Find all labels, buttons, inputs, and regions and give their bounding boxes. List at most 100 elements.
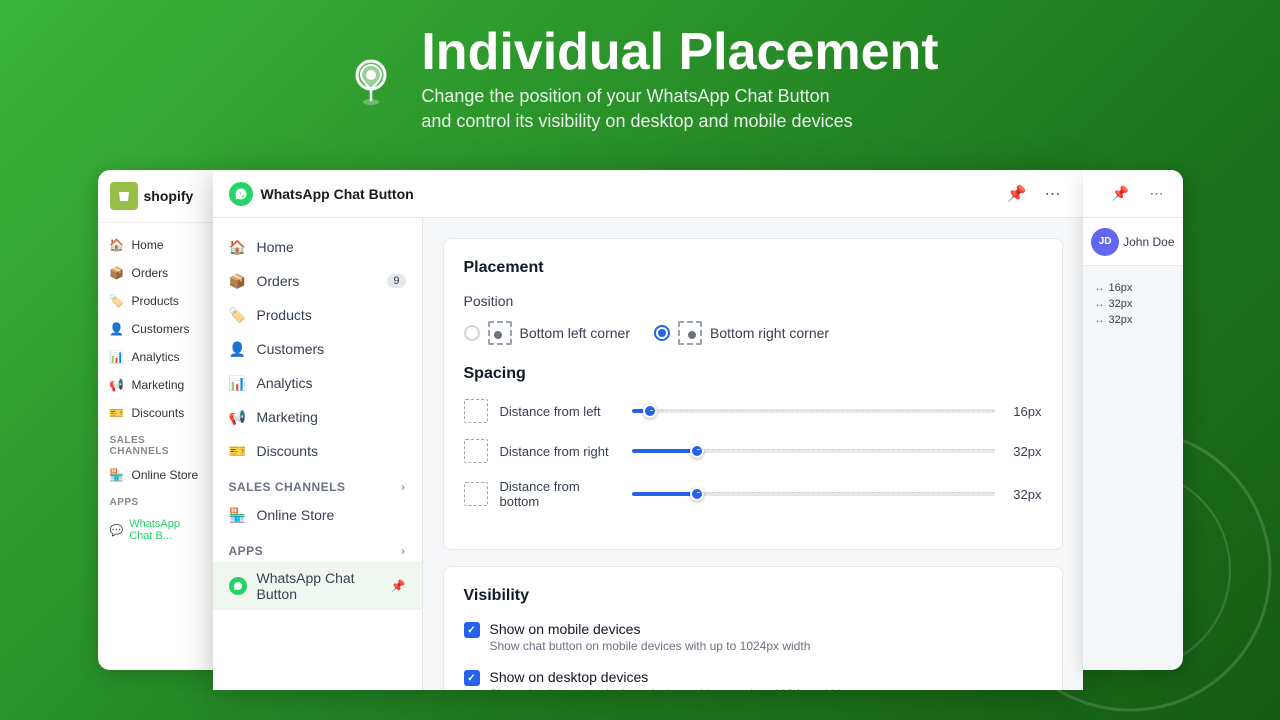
desktop-checkbox-text: Show on desktop devices Show chat button… bbox=[490, 669, 845, 690]
radio-outer-left bbox=[464, 325, 480, 341]
sales-channels-label: Sales channels bbox=[98, 427, 213, 461]
arrow-left-icon: ↔ bbox=[1095, 283, 1105, 294]
small-nav-products[interactable]: 🏷️ Products bbox=[98, 287, 213, 315]
slider-distance-bottom: Distance from bottom 32px bbox=[464, 479, 1042, 509]
distance-left-icon bbox=[464, 399, 488, 423]
small-nav-analytics[interactable]: 📊 Analytics bbox=[98, 343, 213, 371]
home-icon: 🏠 bbox=[110, 238, 124, 252]
page-subtitle: Change the position of your WhatsApp Cha… bbox=[421, 84, 938, 134]
small-nav-orders[interactable]: 📦 Orders bbox=[98, 259, 213, 287]
panel-body: 🏠 Home 📦 Orders 9 🏷️ Products 👤 Customer… bbox=[213, 218, 1083, 690]
visibility-title: Visibility bbox=[464, 587, 1042, 605]
sidebar-analytics[interactable]: 📊 Analytics bbox=[213, 366, 422, 400]
desktop-label: Show on desktop devices bbox=[490, 669, 845, 685]
products-nav-icon: 🏷️ bbox=[229, 306, 247, 324]
bottom-left-corner-icon bbox=[488, 321, 512, 345]
whatsapp-sidebar-icon bbox=[229, 577, 247, 595]
radio-bottom-left[interactable]: Bottom left corner bbox=[464, 321, 631, 345]
main-content-area: Placement Position Bottom left bbox=[423, 218, 1083, 690]
pin-sidebar-icon: 📌 bbox=[391, 579, 406, 593]
user-avatar: JD bbox=[1091, 228, 1119, 256]
right-label-32px-2: ↔ 32px bbox=[1095, 314, 1171, 326]
spacing-group: Spacing Distance from left bbox=[464, 365, 1042, 509]
more-button[interactable]: ⋯ bbox=[1039, 180, 1067, 208]
chevron-right-icon: › bbox=[401, 480, 406, 494]
placement-title: Placement bbox=[464, 259, 1042, 277]
position-group: Position Bottom left corner bbox=[464, 293, 1042, 345]
small-nav: 🏠 Home 📦 Orders 🏷️ Products 👤 Customers … bbox=[98, 223, 213, 556]
shopify-name: shopify bbox=[144, 188, 194, 204]
shopify-logo: shopify bbox=[98, 170, 213, 223]
left-sidebar-panel: shopify 🏠 Home 📦 Orders 🏷️ Products 👤 Cu… bbox=[98, 170, 213, 670]
small-nav-discounts[interactable]: 🎫 Discounts bbox=[98, 399, 213, 427]
sidebar-marketing[interactable]: 📢 Marketing bbox=[213, 400, 422, 434]
panel-title: WhatsApp Chat Button bbox=[261, 186, 995, 202]
home-nav-icon: 🏠 bbox=[229, 238, 247, 256]
sidebar-whatsapp-app[interactable]: WhatsApp Chat Button 📌 bbox=[213, 562, 422, 610]
slider-right-wrapper[interactable] bbox=[632, 449, 995, 453]
mobile-checkbox[interactable]: ✓ bbox=[464, 622, 480, 638]
right-panel: 📌 ⋯ JD John Doe ↔ 16px ↔ 32px ↔ 32px bbox=[1083, 170, 1183, 670]
right-content: ↔ 16px ↔ 32px ↔ 32px bbox=[1083, 266, 1183, 342]
right-label-16px: ↔ 16px bbox=[1095, 282, 1171, 294]
user-name: John Doe bbox=[1123, 235, 1174, 249]
position-radio-group: Bottom left corner Bottom right bbox=[464, 321, 1042, 345]
analytics-nav-icon: 📊 bbox=[229, 374, 247, 392]
small-nav-marketing[interactable]: 📢 Marketing bbox=[98, 371, 213, 399]
marketing-nav-icon: 📢 bbox=[229, 408, 247, 426]
position-label: Position bbox=[464, 293, 1042, 309]
bottom-right-corner-icon bbox=[678, 321, 702, 345]
right-label-32px-1: ↔ 32px bbox=[1095, 298, 1171, 310]
sidebar-orders[interactable]: 📦 Orders 9 bbox=[213, 264, 422, 298]
mobile-checkmark: ✓ bbox=[467, 625, 475, 636]
small-nav-home[interactable]: 🏠 Home bbox=[98, 231, 213, 259]
mobile-label: Show on mobile devices bbox=[490, 621, 811, 637]
right-topbar: 📌 ⋯ bbox=[1083, 170, 1183, 218]
arrow-bottom-icon: ↔ bbox=[1095, 315, 1105, 326]
small-nav-online-store[interactable]: 🏪 Online Store bbox=[98, 461, 213, 489]
right-more-icon: ⋯ bbox=[1143, 180, 1171, 208]
analytics-icon: 📊 bbox=[110, 350, 124, 364]
mobile-visibility-row: ✓ Show on mobile devices Show chat butto… bbox=[464, 621, 1042, 653]
admin-sidebar: 🏠 Home 📦 Orders 9 🏷️ Products 👤 Customer… bbox=[213, 218, 423, 690]
small-nav-whatsapp[interactable]: 💬 WhatsApp Chat B... bbox=[98, 512, 213, 548]
sidebar-home[interactable]: 🏠 Home bbox=[213, 230, 422, 264]
desktop-checkmark: ✓ bbox=[467, 673, 475, 684]
mobile-checkbox-text: Show on mobile devices Show chat button … bbox=[490, 621, 811, 653]
marketing-icon: 📢 bbox=[110, 378, 124, 392]
orders-nav-icon: 📦 bbox=[229, 272, 247, 290]
discounts-nav-icon: 🎫 bbox=[229, 442, 247, 460]
desktop-checkbox[interactable]: ✓ bbox=[464, 670, 480, 686]
spacing-title: Spacing bbox=[464, 365, 1042, 383]
radio-bottom-right[interactable]: Bottom right corner bbox=[654, 321, 829, 345]
chevron-right-apps-icon: › bbox=[401, 544, 406, 558]
sidebar-customers[interactable]: 👤 Customers bbox=[213, 332, 422, 366]
visibility-card: Visibility ✓ Show on mobile devices Show… bbox=[443, 566, 1063, 690]
sidebar-products[interactable]: 🏷️ Products bbox=[213, 298, 422, 332]
slider-bottom-wrapper[interactable] bbox=[632, 492, 995, 496]
header: Individual Placement Change the position… bbox=[0, 0, 1280, 160]
small-nav-customers[interactable]: 👤 Customers bbox=[98, 315, 213, 343]
page-title: Individual Placement bbox=[421, 26, 938, 78]
apps-label: Apps bbox=[98, 489, 213, 512]
pin-button[interactable]: 📌 bbox=[1003, 180, 1031, 208]
slider-left-wrapper[interactable] bbox=[632, 409, 995, 413]
sidebar-online-store[interactable]: 🏪 Online Store bbox=[213, 498, 422, 532]
shopify-bag-icon bbox=[110, 182, 138, 210]
right-pin-icon: 📌 bbox=[1107, 180, 1135, 208]
right-spacing-labels: ↔ 16px ↔ 32px ↔ 32px bbox=[1095, 282, 1171, 326]
sales-channels-section: Sales channels › bbox=[213, 468, 422, 498]
distance-right-icon bbox=[464, 439, 488, 463]
location-icon bbox=[341, 50, 401, 110]
distance-bottom-label: Distance from bottom bbox=[500, 479, 620, 509]
apps-section: Apps › bbox=[213, 532, 422, 562]
radio-outer-right bbox=[654, 325, 670, 341]
panel-actions: 📌 ⋯ bbox=[1003, 180, 1067, 208]
customers-nav-icon: 👤 bbox=[229, 340, 247, 358]
desktop-visibility-row: ✓ Show on desktop devices Show chat butt… bbox=[464, 669, 1042, 690]
distance-left-value: 16px bbox=[1007, 404, 1042, 419]
distance-bottom-icon bbox=[464, 482, 488, 506]
distance-right-value: 32px bbox=[1007, 444, 1042, 459]
main-panel: WhatsApp Chat Button 📌 ⋯ 🏠 Home 📦 Orders… bbox=[213, 170, 1083, 690]
sidebar-discounts[interactable]: 🎫 Discounts bbox=[213, 434, 422, 468]
